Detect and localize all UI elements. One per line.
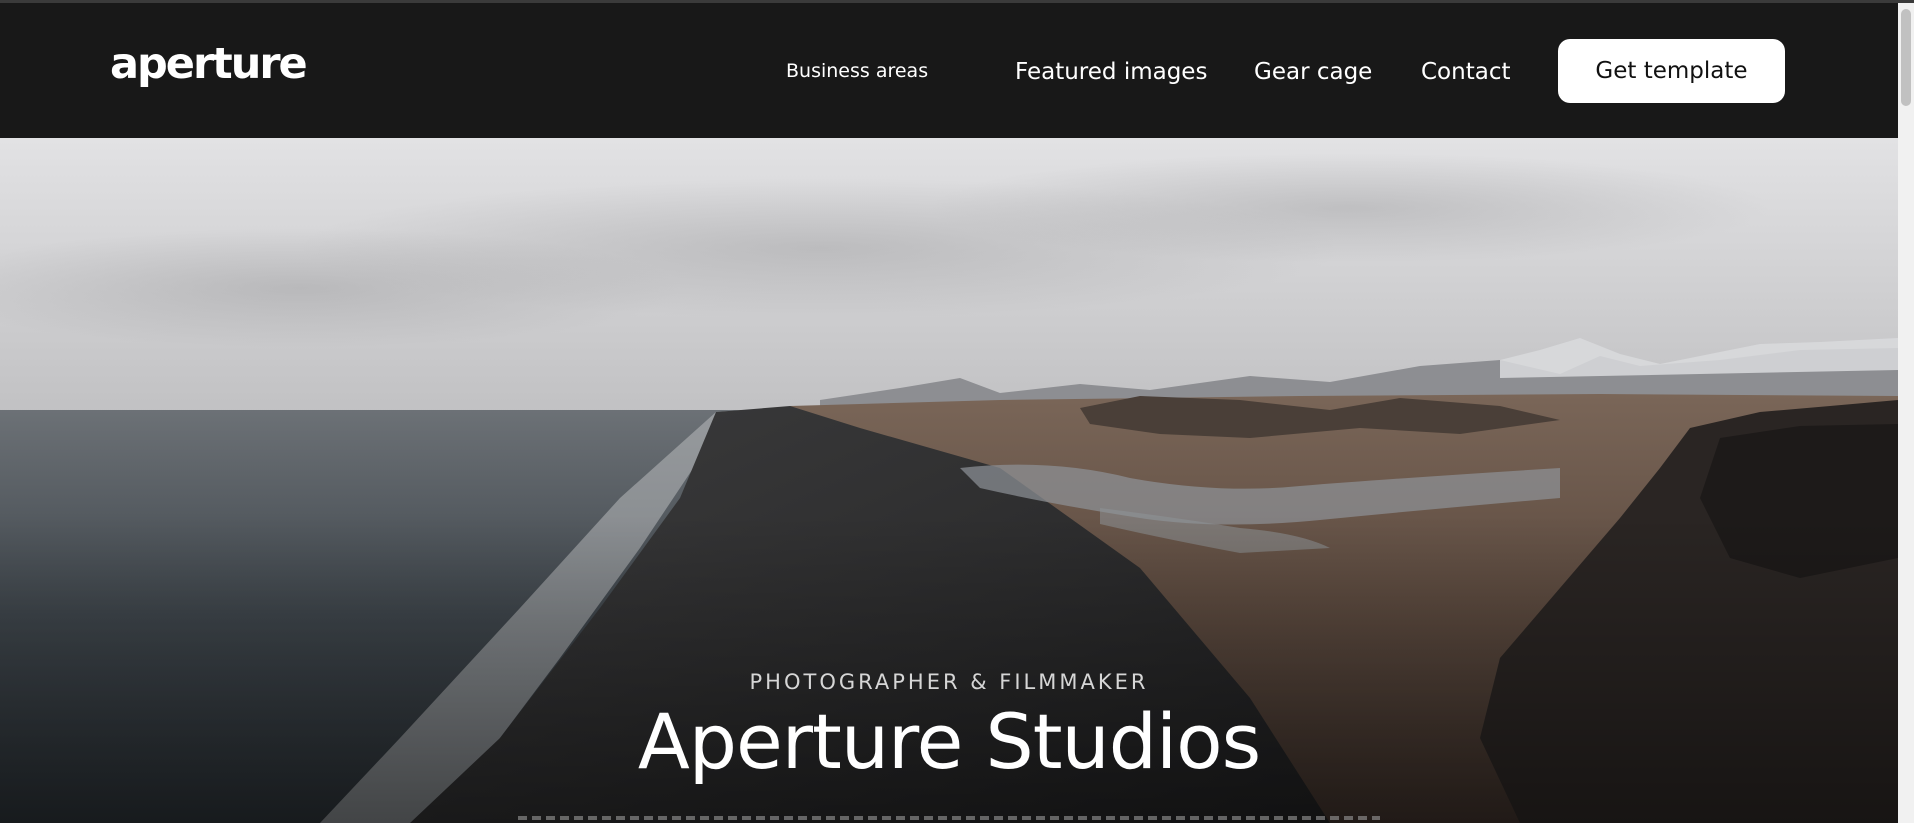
page: aperture Business areas Featured images … [0,0,1914,823]
hero-eyebrow: PHOTOGRAPHER & FILMMAKER [749,670,1149,694]
hero-title: Aperture Studios [637,697,1261,786]
hero-section: PHOTOGRAPHER & FILMMAKER Aperture Studio… [0,138,1898,823]
site-header: aperture Business areas Featured images … [0,3,1898,138]
nav-contact[interactable]: Contact [1421,61,1510,84]
nav-featured-images[interactable]: Featured images [1015,61,1207,84]
hero-subtitle-cutoff [518,814,1380,820]
get-template-button[interactable]: Get template [1558,39,1785,103]
nav-gear-cage[interactable]: Gear cage [1254,61,1372,84]
vertical-scrollbar[interactable] [1898,3,1914,823]
scrollbar-thumb[interactable] [1901,9,1911,106]
nav-business-areas[interactable]: Business areas [786,62,928,81]
logo[interactable]: aperture [110,43,308,86]
